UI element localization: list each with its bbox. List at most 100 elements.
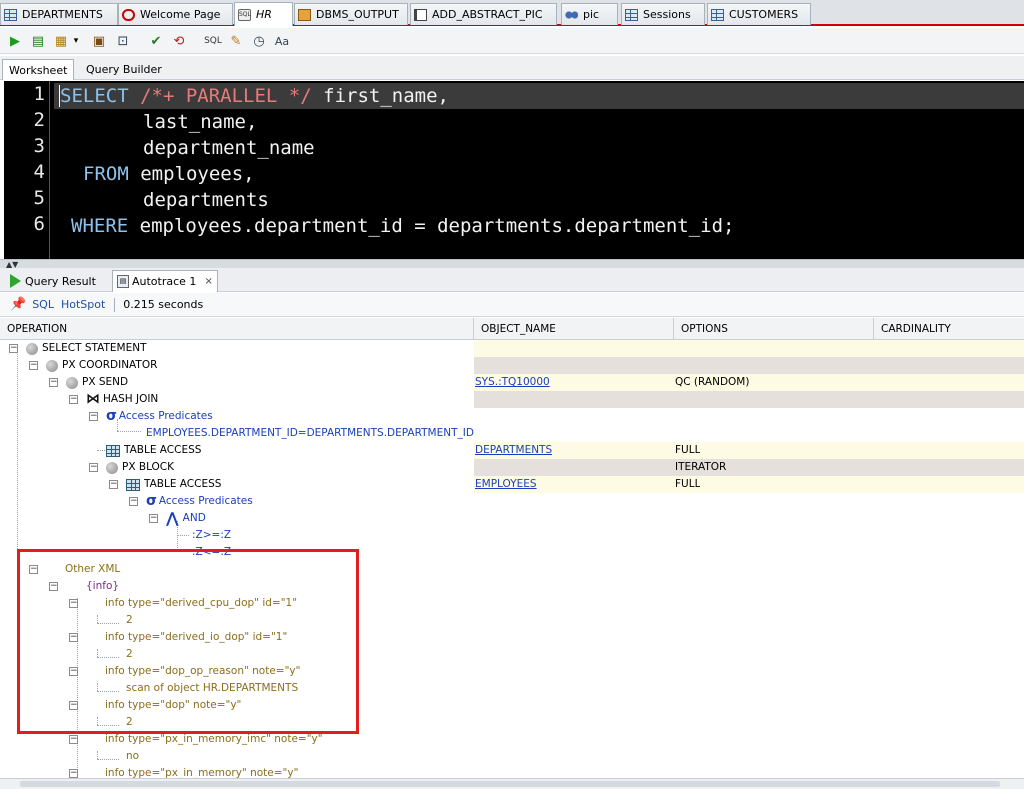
plan-node-access-predicates[interactable]: σ Access Predicates	[146, 493, 253, 510]
column-header-options[interactable]: OPTIONS	[674, 318, 874, 340]
commit-check-icon[interactable]: ✔	[147, 32, 165, 50]
tab-add-abstract-pic[interactable]: ADD_ABSTRACT_PIC	[410, 3, 557, 25]
autotrace-icon[interactable]: ⊡	[114, 32, 132, 50]
tree-line	[17, 351, 18, 563]
explain-plan-icon[interactable]: ▣	[90, 32, 108, 50]
table-icon	[106, 444, 120, 457]
column-header-operation[interactable]: OPERATION	[0, 318, 474, 340]
plan-node-table-access[interactable]: TABLE ACCESS	[106, 442, 201, 459]
hotspot-link[interactable]: HotSpot	[61, 298, 105, 311]
chevron-down-icon[interactable]: ▾	[70, 32, 82, 50]
play-icon	[10, 274, 21, 288]
result-tabs: Query Result ▤ Autotrace 1 ×	[0, 268, 1024, 292]
column-header-cardinality[interactable]: CARDINALITY	[874, 318, 1024, 340]
object-name-cell[interactable]: DEPARTMENTS	[475, 442, 552, 459]
code-line-1: SELECT /*+ PARALLEL */ first_name,	[54, 83, 1024, 109]
tab-worksheet[interactable]: Worksheet	[2, 59, 75, 80]
hash-join-icon: ⋈	[86, 391, 100, 407]
highlight-annotation-box	[17, 549, 359, 734]
tree-line	[177, 535, 189, 536]
line-number: 3	[33, 135, 45, 157]
predicate-icon: σ	[146, 493, 157, 509]
package-icon	[298, 8, 311, 21]
scrollbar-thumb[interactable]	[20, 781, 1000, 787]
procedure-icon	[414, 8, 427, 21]
collapse-toggle-icon[interactable]: −	[29, 361, 38, 370]
sql-editor[interactable]: 1 2 3 4 5 6 SELECT /*+ PARALLEL */ first…	[4, 81, 1024, 259]
binoculars-icon	[565, 8, 578, 21]
editor-subtabs: Worksheet Query Builder	[0, 56, 1024, 80]
collapse-toggle-icon[interactable]: −	[129, 497, 138, 506]
eraser-icon[interactable]: ✎	[227, 32, 245, 50]
plan-node-table-access[interactable]: TABLE ACCESS	[126, 476, 221, 493]
tab-dbms-output[interactable]: DBMS_OUTPUT	[294, 3, 408, 25]
code-line-5: departments	[143, 189, 269, 211]
options-cell: ITERATOR	[675, 461, 727, 473]
xml-info-value: no	[126, 750, 140, 762]
object-name-cell[interactable]: SYS.:TQ10000	[475, 374, 550, 391]
history-icon[interactable]: ◷	[250, 32, 268, 50]
horizontal-scrollbar[interactable]	[0, 778, 1024, 789]
sql-worksheet-icon: SQL	[238, 8, 251, 21]
collapse-toggle-icon[interactable]: −	[9, 344, 18, 353]
predicate-text: EMPLOYEES.DEPARTMENT_ID=DEPARTMENTS.DEPA…	[146, 427, 474, 439]
tab-pic[interactable]: pic	[561, 3, 618, 25]
collapse-toggle-icon[interactable]: −	[89, 412, 98, 421]
code-line-6: WHERE employees.department_id = departme…	[71, 215, 735, 237]
line-number: 5	[33, 187, 45, 209]
run-script-icon[interactable]: ▤	[29, 32, 47, 50]
elapsed-time: 0.215 seconds	[123, 298, 204, 311]
table-icon	[126, 478, 140, 491]
close-icon[interactable]: ×	[204, 276, 212, 287]
code-line-2: last_name,	[143, 111, 258, 133]
plan-node-and[interactable]: ⋀ AND	[166, 510, 206, 527]
collapse-toggle-icon[interactable]: −	[69, 735, 78, 744]
plan-node-access-predicates[interactable]: σ Access Predicates	[106, 408, 213, 425]
sql-link[interactable]: SQL	[32, 298, 54, 311]
collapse-toggle-icon[interactable]: −	[89, 463, 98, 472]
collapse-toggle-icon[interactable]: −	[69, 769, 78, 778]
tab-welcome-page[interactable]: Welcome Page	[118, 3, 233, 25]
tree-line	[117, 431, 141, 432]
plan-node-select-statement[interactable]: SELECT STATEMENT	[26, 340, 147, 357]
tab-hr[interactable]: SQL HR	[234, 2, 293, 26]
sql-tuning-icon[interactable]: SQL	[204, 32, 222, 50]
options-cell: QC (RANDOM)	[675, 376, 750, 388]
rollback-icon[interactable]: ⟲	[170, 32, 188, 50]
tab-query-builder[interactable]: Query Builder	[80, 59, 168, 80]
collapse-toggle-icon[interactable]: −	[149, 514, 158, 523]
operation-icon	[26, 342, 38, 355]
column-header-object-name[interactable]: OBJECT_NAME	[474, 318, 674, 340]
tree-line	[97, 450, 105, 451]
tree-line	[97, 759, 119, 760]
run-statement-icon[interactable]: ▶	[6, 32, 24, 50]
status-bar: 📌 SQL HotSpot 0.215 seconds	[0, 293, 1024, 317]
divider	[114, 297, 116, 312]
predicate-icon: σ	[106, 408, 117, 424]
format-text-icon[interactable]: Aa	[273, 32, 291, 50]
collapse-toggle-icon[interactable]: −	[69, 395, 78, 404]
options-cell: FULL	[675, 444, 701, 456]
tab-query-result[interactable]: Query Result	[6, 270, 100, 292]
oracle-logo-icon	[122, 8, 135, 21]
tab-customers[interactable]: CUSTOMERS	[707, 3, 811, 25]
line-number: 2	[33, 109, 45, 131]
autotrace-icon: ▤	[117, 275, 129, 288]
plan-node-px-coordinator[interactable]: PX COORDINATOR	[46, 357, 157, 374]
pane-splitter[interactable]: ▲▼	[0, 259, 1024, 269]
collapse-toggle-icon[interactable]: −	[49, 378, 58, 387]
plan-node-px-send[interactable]: PX SEND	[66, 374, 128, 391]
collapse-toggle-icon[interactable]: −	[109, 480, 118, 489]
table-row	[0, 340, 1024, 357]
table-grid-icon	[4, 8, 17, 21]
plan-node-px-block[interactable]: PX BLOCK	[106, 459, 174, 476]
object-name-cell[interactable]: EMPLOYEES	[475, 476, 537, 493]
commit-icon[interactable]: ▦	[52, 32, 70, 50]
operation-icon	[46, 359, 58, 372]
line-number: 6	[33, 213, 45, 235]
tab-sessions[interactable]: Sessions	[621, 3, 705, 25]
plan-node-hash-join[interactable]: ⋈ HASH JOIN	[86, 391, 158, 408]
tab-autotrace[interactable]: ▤ Autotrace 1 ×	[112, 270, 218, 292]
tab-departments[interactable]: DEPARTMENTS	[0, 3, 118, 25]
pin-icon[interactable]: 📌	[10, 297, 26, 312]
